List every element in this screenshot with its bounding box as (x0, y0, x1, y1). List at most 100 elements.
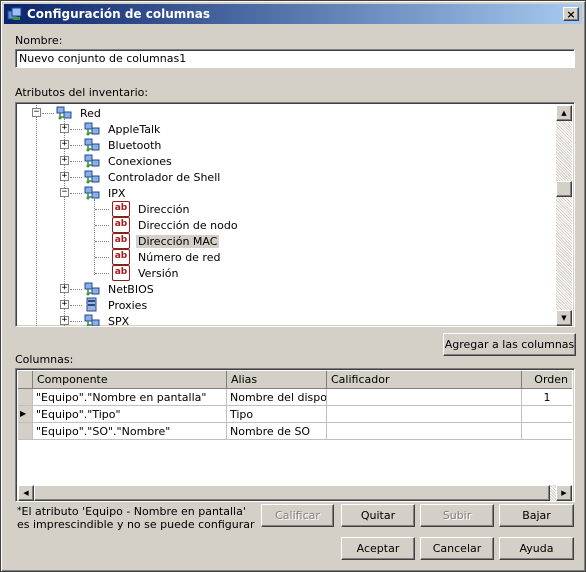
table-row[interactable]: "Equipo"."SO"."Nombre" Nombre de SO (18, 423, 572, 440)
tree-vertical-scrollbar[interactable]: ▲ ▼ (556, 105, 572, 326)
header-componente[interactable]: Componente (33, 371, 227, 389)
tree-expander-icon[interactable]: + (60, 124, 69, 133)
tree-node-label: NetBIOS (108, 282, 154, 296)
attribute-icon: ab (112, 265, 130, 281)
tree-node-label: IPX (108, 186, 126, 200)
tree-node[interactable]: Conexiones (84, 153, 174, 169)
tree-node[interactable]: SPX (84, 313, 131, 326)
horizontal-scroll-thumb[interactable] (34, 485, 550, 501)
cell-alias[interactable]: Nombre del dispos (227, 389, 327, 406)
tree-node-label: Red (80, 106, 101, 120)
close-icon: × (566, 7, 576, 21)
cancelar-button[interactable]: Cancelar (420, 537, 494, 560)
inventory-attributes-label: Atributos del inventario: (15, 86, 149, 99)
attribute-icon: ab (112, 233, 130, 249)
cell-componente[interactable]: "Equipo"."Tipo" (33, 406, 227, 423)
required-attribute-note: *El atributo 'Equipo - Nombre en pantall… (17, 505, 257, 531)
scroll-up-icon: ▲ (561, 109, 567, 117)
cell-calificador[interactable] (327, 406, 522, 423)
close-button[interactable]: × (563, 7, 579, 21)
title-bar[interactable]: Configuración de columnas × (4, 4, 582, 24)
network-icon (84, 121, 100, 137)
tree-node[interactable]: ab Número de red (112, 249, 222, 265)
table-row[interactable]: "Equipo"."Nombre en pantalla" Nombre del… (18, 389, 572, 406)
scroll-right-button[interactable]: ▶ (556, 485, 572, 501)
cell-calificador[interactable] (327, 389, 522, 406)
window-icon (7, 6, 23, 22)
bajar-button[interactable]: Bajar (499, 504, 574, 527)
add-to-columns-button[interactable]: Agregar a las columnas (443, 333, 576, 356)
column-configuration-dialog: Configuración de columnas × Nombre: Atri… (0, 0, 586, 572)
tree-node-label: Dirección MAC (136, 234, 220, 248)
attribute-icon: ab (112, 201, 130, 217)
network-icon (84, 313, 100, 326)
cell-calificador[interactable] (327, 423, 522, 440)
tree-node[interactable]: AppleTalk (84, 121, 162, 137)
proxy-icon (84, 297, 100, 313)
aceptar-button[interactable]: Aceptar (341, 537, 415, 560)
scroll-thumb[interactable] (556, 181, 572, 197)
grid-header: Componente Alias Calificador Orden (18, 371, 572, 389)
header-alias[interactable]: Alias (227, 371, 327, 389)
tree-node[interactable]: ab Dirección MAC (112, 233, 220, 249)
network-icon (84, 169, 100, 185)
tree-node[interactable]: IPX (84, 185, 127, 201)
name-label: Nombre: (15, 34, 63, 47)
current-row-indicator-icon: ▶ (18, 406, 33, 423)
scroll-down-button[interactable]: ▼ (556, 310, 572, 326)
tree-node-label: Controlador de Shell (108, 170, 221, 184)
tree-node[interactable]: NetBIOS (84, 281, 156, 297)
cell-alias[interactable]: Nombre de SO (227, 423, 327, 440)
tree-expander-icon[interactable]: − (60, 188, 69, 197)
ayuda-button[interactable]: Ayuda (499, 537, 574, 560)
attribute-icon: ab (112, 249, 130, 265)
network-icon (56, 105, 72, 121)
scroll-right-icon: ▶ (561, 489, 567, 497)
tree-node[interactable]: ab Dirección de nodo (112, 217, 240, 233)
tree-node-label: AppleTalk (108, 122, 161, 136)
scroll-left-icon: ◀ (23, 489, 29, 497)
cell-orden[interactable] (522, 406, 572, 423)
calificar-button[interactable]: Calificar (261, 504, 334, 527)
quitar-button[interactable]: Quitar (341, 504, 415, 527)
tree-node-label: Versión (138, 266, 179, 280)
window-title: Configuración de columnas (27, 7, 211, 21)
tree-node[interactable]: Controlador de Shell (84, 169, 222, 185)
grid-horizontal-scrollbar[interactable]: ◀ ▶ (18, 485, 572, 501)
header-orden[interactable]: Orden (522, 371, 572, 389)
network-icon (84, 153, 100, 169)
table-row[interactable]: ▶ "Equipo"."Tipo" Tipo (18, 406, 572, 423)
tree-expander-icon[interactable]: + (60, 300, 69, 309)
tree-node-label: SPX (108, 314, 130, 327)
cell-componente[interactable]: "Equipo"."SO"."Nombre" (33, 423, 227, 440)
cell-alias[interactable]: Tipo (227, 406, 327, 423)
name-input[interactable] (15, 49, 575, 68)
tree-node[interactable]: ab Versión (112, 265, 180, 281)
cell-componente[interactable]: "Equipo"."Nombre en pantalla" (33, 389, 227, 406)
attribute-icon: ab (112, 217, 130, 233)
tree-node[interactable]: Red (56, 105, 103, 121)
scroll-left-button[interactable]: ◀ (18, 485, 34, 501)
tree-node-label: Dirección (138, 202, 190, 216)
tree-node[interactable]: ab Dirección (112, 201, 191, 217)
tree-node[interactable]: Proxies (84, 297, 149, 313)
tree-node-label: Bluetooth (108, 138, 162, 152)
cell-orden[interactable] (522, 423, 572, 440)
columns-label: Columnas: (15, 353, 74, 366)
cell-orden[interactable]: 1 (522, 389, 572, 406)
tree-node-label: Número de red (138, 250, 221, 264)
subir-button[interactable]: Subir (420, 504, 494, 527)
tree-expander-icon[interactable]: + (60, 140, 69, 149)
tree-expander-icon[interactable]: + (60, 284, 69, 293)
tree-expander-icon[interactable]: + (60, 156, 69, 165)
network-icon (84, 185, 100, 201)
inventory-attributes-tree[interactable]: − Red + AppleTalk + Bluetooth + Conexiones + Cont… (15, 102, 575, 327)
tree-expander-icon[interactable]: + (60, 316, 69, 325)
header-calificador[interactable]: Calificador (327, 371, 522, 389)
tree-expander-icon[interactable]: − (32, 108, 41, 117)
tree-node[interactable]: Bluetooth (84, 137, 163, 153)
network-icon (84, 137, 100, 153)
scroll-up-button[interactable]: ▲ (556, 105, 572, 121)
columns-grid[interactable]: Componente Alias Calificador Orden "Equi… (15, 368, 575, 502)
tree-expander-icon[interactable]: + (60, 172, 69, 181)
